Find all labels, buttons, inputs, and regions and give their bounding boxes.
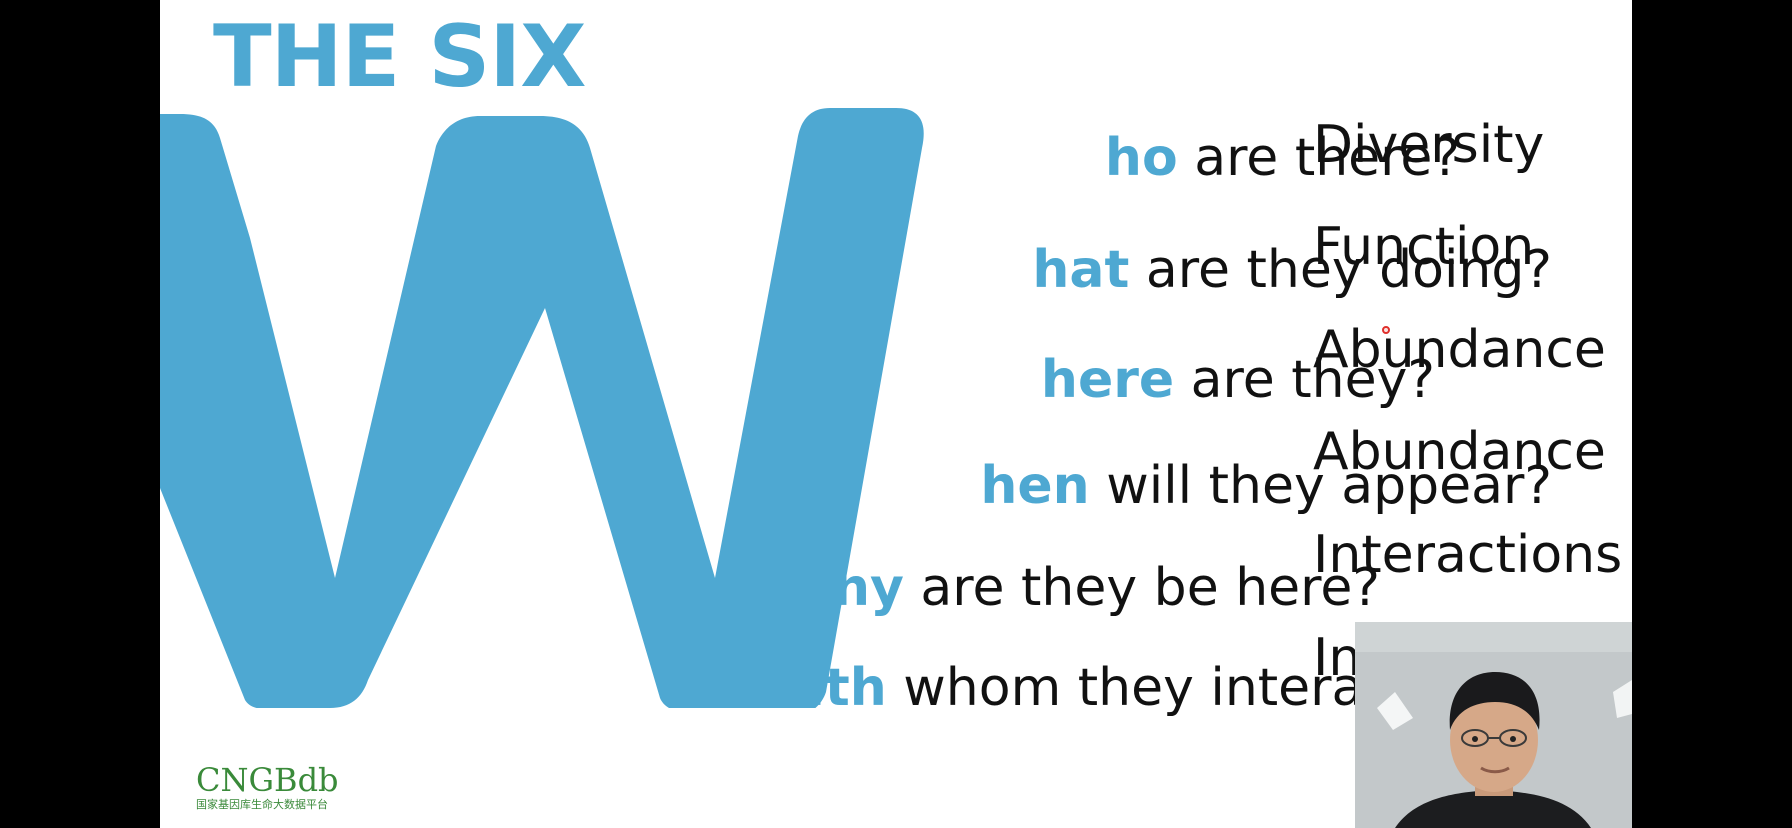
question-text: hy are they be here? xyxy=(833,548,1380,628)
question-prefix: ith xyxy=(807,658,887,718)
logo-main-text: CNGBdb xyxy=(196,761,339,799)
cngbdb-logo: CNGBdb 国家基因库生命大数据平台 xyxy=(196,764,339,812)
answer-label: Abundance xyxy=(1313,320,1606,380)
question-prefix: here xyxy=(1040,350,1175,410)
answer-label: Interactions xyxy=(1313,525,1623,585)
slide-title: THE SIX xyxy=(213,7,587,107)
question-prefix: hy xyxy=(832,558,904,618)
logo-sub-text: 国家基因库生命大数据平台 xyxy=(196,798,328,811)
webcam-overlay[interactable] xyxy=(1355,622,1632,828)
question-prefix: ho xyxy=(1104,128,1178,188)
presenter-webcam-icon xyxy=(1355,622,1632,828)
answer-label: Function xyxy=(1313,217,1535,277)
answer-label: Abundance xyxy=(1313,422,1606,482)
question-prefix: hat xyxy=(1032,240,1130,300)
pointer-cursor xyxy=(1382,326,1390,334)
question-row: ith whom they interact? xyxy=(560,648,1440,728)
question-row: hy are they be here? xyxy=(620,548,1380,628)
question-prefix: hen xyxy=(980,456,1090,516)
answer-label: Diversity xyxy=(1313,115,1545,175)
question-rest: are they be here? xyxy=(903,558,1380,618)
